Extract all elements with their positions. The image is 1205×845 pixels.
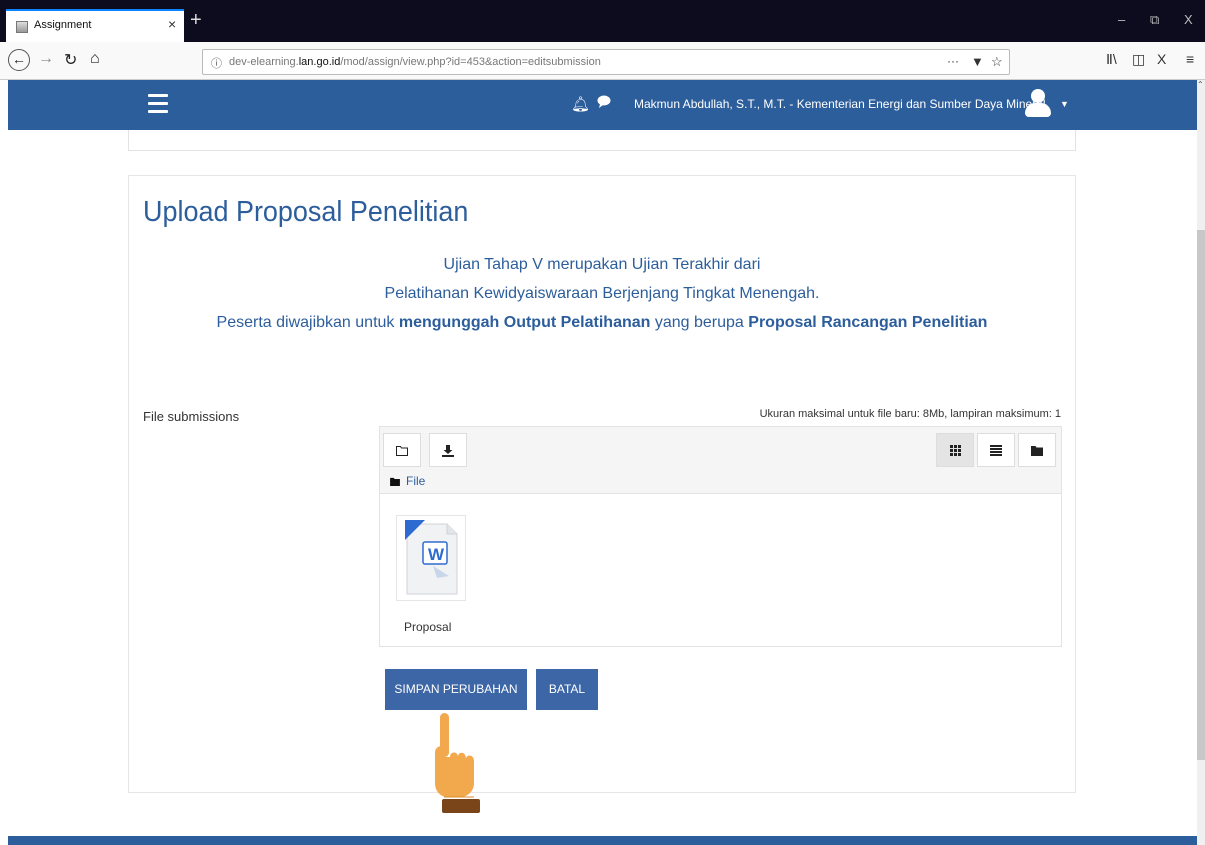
browser-navbar: ← → ↻ ⌂ ⓘ dev-elearning.lan.go.id/mod/as… [0, 42, 1205, 80]
svg-text:W: W [428, 545, 445, 564]
list-icon [990, 445, 1002, 457]
folder-icon [1031, 446, 1043, 457]
description-line-3: Peserta diwajibkan untuk mengunggah Outp… [216, 314, 988, 331]
restore-icon[interactable]: ⧉ [1150, 12, 1159, 28]
home-icon[interactable]: ⌂ [90, 50, 100, 68]
file-item[interactable]: W [396, 515, 466, 601]
extension-icon[interactable]: X [1157, 51, 1166, 67]
tab-title: Assignment [34, 19, 92, 31]
breadcrumb: File [390, 474, 425, 488]
file-name[interactable]: Proposal [404, 620, 451, 634]
download-all-button[interactable] [429, 433, 467, 467]
tab-close-icon[interactable]: × [168, 16, 176, 32]
add-file-button[interactable] [383, 433, 421, 467]
assignment-card: Upload Proposal Penelitian Ujian Tahap V… [128, 175, 1076, 793]
pointing-hand-icon [435, 713, 480, 813]
user-avatar-icon[interactable] [1024, 89, 1052, 119]
hamburger-menu-icon[interactable] [148, 94, 168, 113]
scroll-thumb[interactable] [1197, 230, 1205, 760]
forward-icon[interactable]: → [38, 50, 54, 68]
view-tree-button[interactable] [1018, 433, 1056, 467]
file-manager-toolbar: File [380, 427, 1061, 494]
scroll-up-icon[interactable]: ⌃ [1197, 80, 1204, 89]
sidebar-icon[interactable]: ◫ [1132, 51, 1145, 68]
previous-section-card [128, 130, 1076, 151]
cancel-button[interactable]: BATAL [536, 669, 598, 710]
file-submissions-label: File submissions [143, 409, 240, 424]
back-icon[interactable]: ← [8, 49, 30, 71]
info-icon[interactable]: ⓘ [211, 55, 222, 71]
page-scrollbar[interactable]: ⌃ [1197, 80, 1205, 845]
breadcrumb-root[interactable]: File [406, 474, 425, 488]
description-line-1: Ujian Tahap V merupakan Ujian Terakhir d… [443, 256, 761, 273]
folder-outline-icon [396, 446, 408, 457]
view-details-button[interactable] [977, 433, 1015, 467]
browser-tab-strip: Assignment × + – ⧉ X [0, 0, 1205, 42]
view-icons-button[interactable] [936, 433, 974, 467]
chevron-down-icon[interactable]: ▼ [1060, 99, 1069, 109]
page-title: Upload Proposal Penelitian [143, 196, 469, 228]
site-header: 🔔︎ Makmun Abdullah, S.T., M.T. - Kemente… [8, 80, 1197, 130]
page-favicon-icon [16, 21, 28, 33]
library-icon[interactable]: Ⅱ\ [1106, 51, 1117, 68]
user-name[interactable]: Makmun Abdullah, S.T., M.T. - Kementeria… [634, 97, 1046, 111]
menu-icon[interactable]: ≡ [1186, 51, 1194, 67]
grid-icon [949, 445, 961, 457]
file-manager: File W Proposal [379, 426, 1062, 647]
save-changes-button[interactable]: SIMPAN PERUBAHAN [385, 669, 527, 710]
messages-icon[interactable] [597, 95, 611, 111]
bookmark-star-icon[interactable]: ☆ [991, 54, 1003, 70]
file-size-limit: Ukuran maksimal untuk file baru: 8Mb, la… [759, 408, 1061, 420]
reload-icon[interactable]: ↻ [64, 50, 77, 70]
page-footer-bar [8, 836, 1197, 845]
new-tab-icon[interactable]: + [190, 9, 202, 32]
window-close-icon[interactable]: X [1184, 12, 1193, 27]
page-actions-icon[interactable]: ··· [947, 54, 959, 68]
notification-bell-icon[interactable]: 🔔︎ [571, 95, 590, 113]
description-line-2: Pelatihanan Kewidyaiswaraan Berjenjang T… [384, 285, 820, 302]
minimize-icon[interactable]: – [1118, 12, 1125, 27]
download-icon [442, 444, 454, 457]
word-document-icon: W [405, 520, 458, 595]
browser-tab[interactable]: Assignment × [6, 9, 184, 42]
folder-icon [390, 478, 400, 487]
pocket-icon[interactable]: ▼ [971, 54, 984, 69]
url-text: dev-elearning.lan.go.id/mod/assign/view.… [229, 56, 601, 68]
address-bar[interactable]: ⓘ dev-elearning.lan.go.id/mod/assign/vie… [202, 49, 1010, 75]
